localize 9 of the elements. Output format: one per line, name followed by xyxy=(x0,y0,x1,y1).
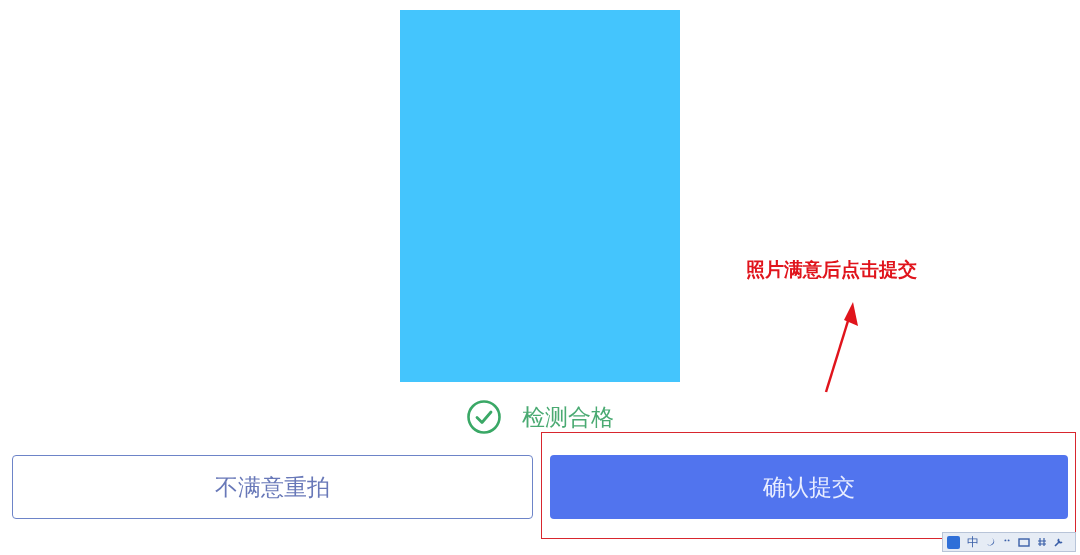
wrench-icon[interactable] xyxy=(1054,537,1064,547)
annotation-text: 照片满意后点击提交 xyxy=(746,257,917,282)
keyboard-icon[interactable] xyxy=(1018,537,1030,547)
ime-logo-icon xyxy=(947,535,960,549)
retake-button[interactable]: 不满意重拍 xyxy=(12,455,533,519)
grid-icon[interactable] xyxy=(1037,537,1047,547)
ime-mode[interactable]: 中 xyxy=(967,533,979,551)
submit-button[interactable]: 确认提交 xyxy=(549,455,1068,519)
status-text: 检测合格 xyxy=(522,402,614,432)
